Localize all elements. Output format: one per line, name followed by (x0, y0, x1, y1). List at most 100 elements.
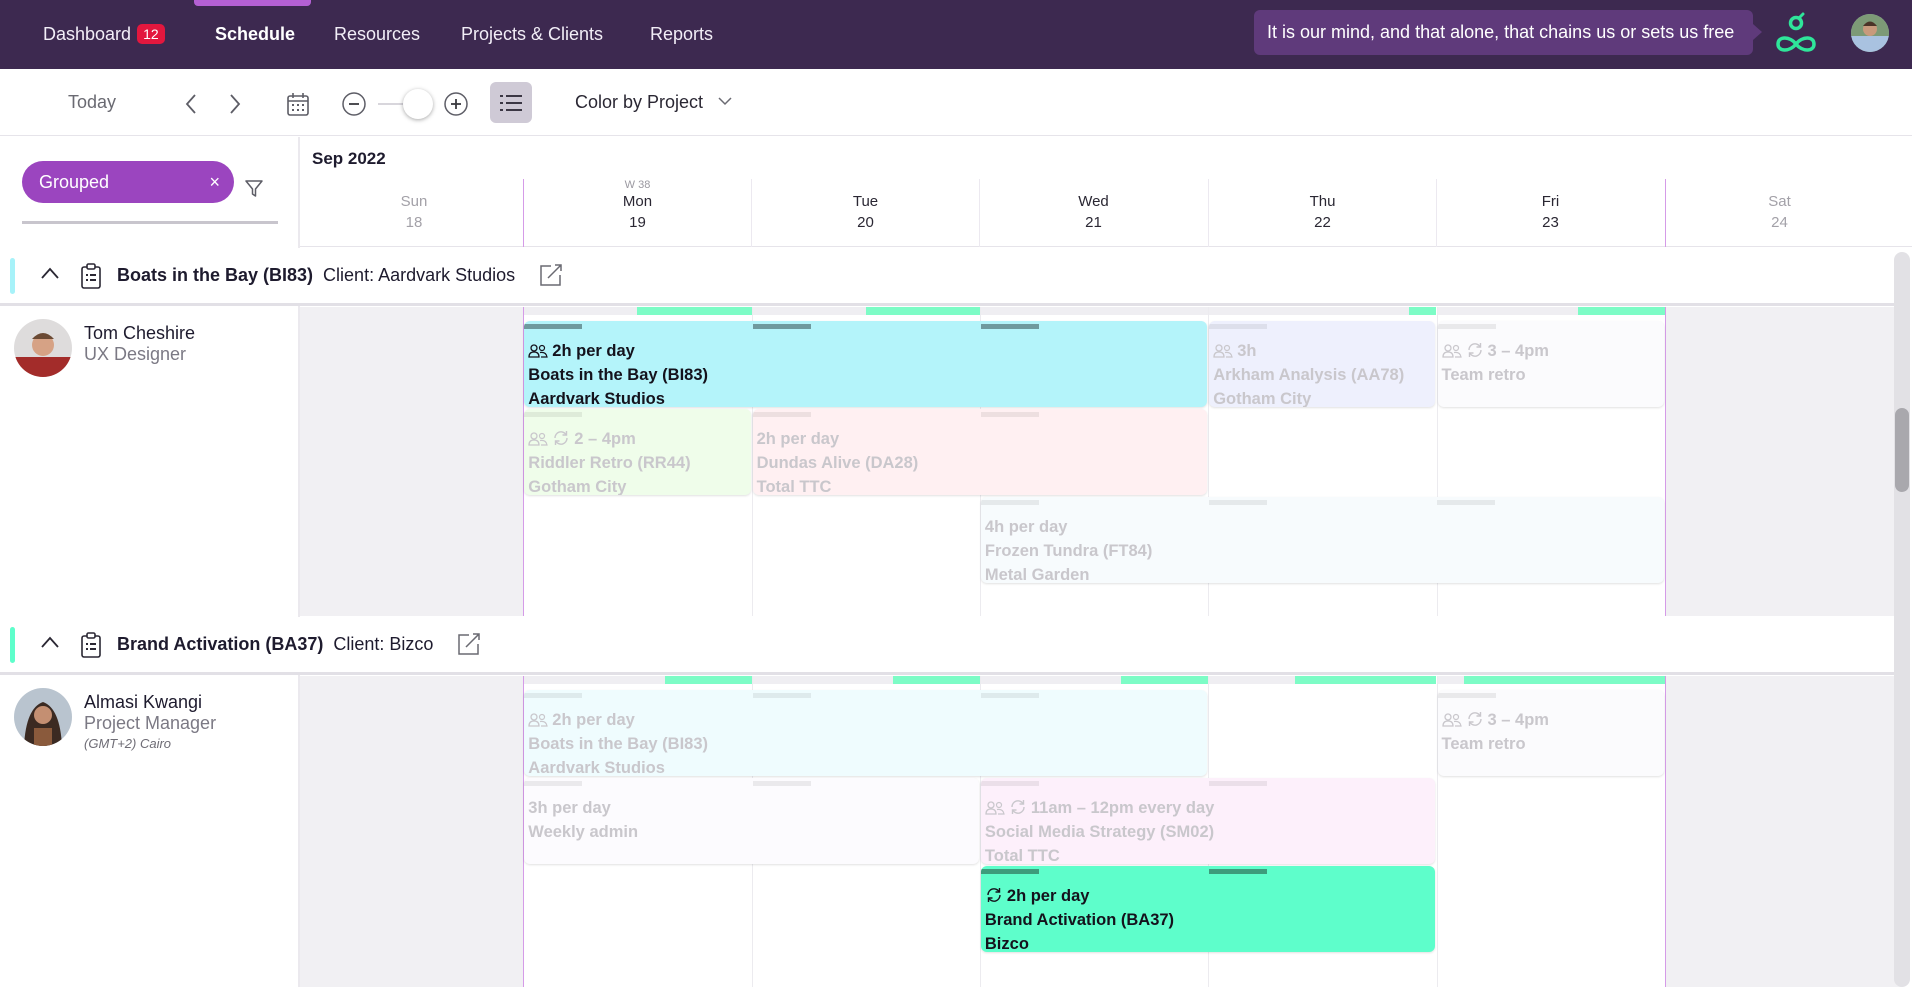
today-button[interactable]: Today (68, 92, 116, 113)
calendar-header: Sep 2022 Sun 18 W 38 Mon 19 Tue 20 Wed 21 Thu… (300, 137, 1912, 247)
allocation-block[interactable]: 11am – 12pm every day Social Media Strate… (980, 778, 1436, 864)
allocation-day-marker (980, 693, 1039, 698)
nav-dashboard[interactable]: Dashboard 12 (43, 24, 165, 45)
allocation-time: 2h per day (985, 884, 1436, 908)
allocation-day-marker (980, 412, 1039, 417)
allocation-block[interactable]: 4h per day Frozen Tundra (FT84) Metal Gard… (980, 497, 1664, 583)
allocation-block[interactable]: 3 – 4pm Team retro (1437, 321, 1664, 407)
person-row: Tom Cheshire UX Designer (0, 307, 298, 616)
allocation-text: Gotham City (528, 478, 627, 495)
zoom-out-icon[interactable] (341, 91, 367, 117)
repeat-icon (1467, 343, 1482, 357)
user-avatar[interactable] (1851, 14, 1889, 52)
zoom-slider-handle[interactable] (403, 89, 433, 119)
zoom-in-icon[interactable] (443, 91, 469, 117)
nav-reports[interactable]: Reports (650, 24, 713, 45)
allocation-block[interactable]: 3h per day Weekly admin (524, 778, 979, 864)
allocation-time: 2 – 4pm (528, 427, 750, 451)
open-external-icon[interactable] (538, 262, 564, 288)
allocation-day-marker (1437, 500, 1496, 505)
grouped-filter-label: Grouped (39, 172, 110, 192)
allocation-block[interactable]: 2h per day Boats in the Bay (BI83) Aardvar… (524, 321, 1208, 407)
allocation-block[interactable]: 2 – 4pm Riddler Retro (RR44) Gotham City (524, 409, 751, 495)
chevron-left-icon[interactable] (184, 93, 198, 115)
day-date: 22 (1314, 214, 1331, 231)
allocation-project: Riddler Retro (RR44) (528, 451, 750, 475)
allocation-time: 4h per day (985, 515, 1664, 539)
nav-dashboard-label: Dashboard (43, 24, 132, 44)
open-external-icon[interactable] (456, 631, 482, 657)
day-name: Sat (1768, 193, 1791, 210)
chevron-up-icon[interactable] (40, 266, 60, 280)
grouped-filter-chip[interactable]: Grouped × (22, 161, 234, 203)
allocation-client: Bizco (985, 932, 1436, 952)
allocation-text: Social Media Strategy (SM02) (984, 823, 1215, 841)
infinity-logo-icon[interactable] (1772, 12, 1820, 56)
day-header-fri: Fri 23 (1436, 179, 1664, 247)
allocation-text: 3 – 4pm (1487, 711, 1549, 729)
project-group-header: Brand Activation (BA37) Client: Bizco (0, 617, 1900, 675)
allocation-text: Frozen Tundra (FT84) (984, 542, 1153, 560)
vertical-scrollbar[interactable] (1894, 252, 1910, 987)
project-name: Boats in the Bay (BI83) (117, 265, 314, 285)
weekend-column (1664, 676, 1904, 987)
day-name: Fri (1541, 193, 1560, 210)
allocation-time: 2h per day (528, 339, 1207, 363)
calendar-icon[interactable] (286, 91, 310, 117)
motivational-quote: It is our mind, and that alone, that cha… (1254, 10, 1762, 55)
allocation-text: Total TTC (984, 847, 1060, 864)
day-date: 23 (1542, 214, 1559, 231)
allocation-day-marker (524, 324, 583, 329)
day-header-mon: W 38 Mon 19 (523, 179, 751, 247)
allocation-text: 3 – 4pm (1487, 342, 1549, 360)
close-icon[interactable]: × (209, 161, 220, 203)
day-header-sat: Sat 24 (1665, 179, 1893, 247)
capacity-fill (664, 676, 752, 684)
people-icon (1441, 344, 1462, 358)
schedule-grid: 2h per day Boats in the Bay (BI83) Aardvar… (300, 307, 1904, 616)
allocation-time: 3 – 4pm (1441, 708, 1664, 732)
allocation-client: Gotham City (528, 475, 750, 495)
allocation-block[interactable]: 2h per day Boats in the Bay (BI83) Aardvar… (524, 690, 1208, 776)
nav-projects-clients[interactable]: Projects & Clients (461, 24, 603, 45)
people-icon (985, 801, 1005, 815)
filter-icon[interactable] (244, 179, 264, 199)
day-header-thu: Thu 22 (1208, 179, 1436, 247)
person-name: Tom Cheshire (84, 323, 196, 343)
scrollbar-thumb[interactable] (1895, 408, 1909, 492)
day-name: Thu (1309, 193, 1336, 210)
project-group-header: Boats in the Bay (BI83) Client: Aardvark … (0, 248, 1900, 306)
allocation-block[interactable]: 2h per day Dundas Alive (DA28) Total TTC (752, 409, 1208, 495)
allocation-block[interactable]: 3h Arkham Analysis (AA78) Gotham City (1209, 321, 1436, 407)
allocation-client: Total TTC (757, 475, 1208, 495)
allocation-text: Weekly admin (528, 823, 639, 841)
day-name: Sun (400, 193, 428, 210)
allocation-block[interactable]: 2h per day Brand Activation (BA37) Bizco (980, 866, 1436, 952)
active-tab-indicator (194, 0, 311, 6)
allocation-day-marker (1209, 781, 1268, 786)
chevron-up-icon[interactable] (40, 635, 60, 649)
person-avatar[interactable] (14, 319, 72, 377)
chevron-right-icon[interactable] (228, 93, 242, 115)
color-by-dropdown[interactable]: Color by Project (575, 92, 732, 113)
list-view-toggle[interactable] (490, 82, 532, 123)
allocation-day-marker (752, 324, 811, 329)
allocation-project: Team retro (1442, 732, 1664, 756)
allocation-text: 3h per day (528, 799, 611, 817)
allocation-client: Aardvark Studios (528, 756, 1207, 776)
allocation-day-marker (752, 693, 811, 698)
people-icon (528, 344, 549, 358)
capacity-fill (1463, 676, 1665, 684)
nav-schedule[interactable]: Schedule (215, 24, 295, 45)
allocation-text: Team retro (1441, 735, 1526, 753)
allocation-block[interactable]: 3 – 4pm Team retro (1437, 690, 1664, 776)
allocation-time: 3h per day (528, 796, 979, 820)
project-name: Brand Activation (BA37) (117, 634, 324, 654)
weekend-column (300, 676, 524, 987)
repeat-icon (1011, 800, 1025, 814)
allocation-project: Brand Activation (BA37) (985, 908, 1436, 932)
nav-resources[interactable]: Resources (334, 24, 420, 45)
person-avatar[interactable] (14, 688, 72, 746)
allocation-day-marker (752, 412, 811, 417)
allocation-text: Brand Activation (BA37) (984, 911, 1175, 929)
